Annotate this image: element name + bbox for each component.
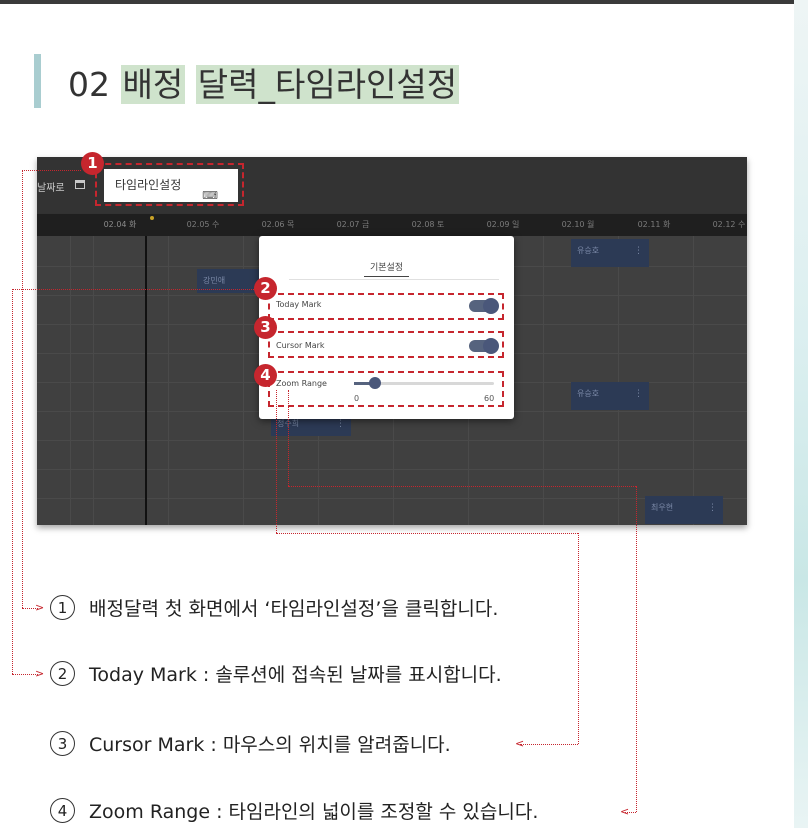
calendar-icon[interactable] — [75, 180, 85, 189]
circled-number-4: 4 — [50, 798, 75, 823]
step-badge-1: 1 — [81, 152, 104, 175]
connector-3-down — [276, 390, 277, 533]
description-text: Today Mark : 솔루션에 접속된 날짜를 표시합니다. — [89, 664, 502, 686]
connector-3-end — [520, 744, 578, 745]
description-text: 배정달력 첫 화면에서 ‘타임라인설정’을 클릭합니다. — [89, 598, 499, 620]
event-block[interactable]: 유승호 ⋮ — [571, 382, 649, 410]
highlight-box-3 — [268, 331, 504, 358]
dialog-title[interactable]: 기본설정 — [259, 260, 514, 273]
title-word-2: 달력_타임라인설정 — [195, 65, 460, 104]
connector-2-top — [12, 289, 254, 290]
arrow-icon: < — [515, 737, 525, 750]
timeline-settings-dialog: 기본설정 Today Mark Cursor Mark Zoom Range 0… — [259, 236, 514, 419]
circled-number-3: 3 — [50, 731, 75, 756]
date-cell: 02.10 월 — [561, 220, 595, 229]
connector-1-top — [22, 170, 81, 171]
circled-number-2: 2 — [50, 661, 75, 686]
highlight-box-2 — [268, 293, 504, 320]
description-1: 1 배정달력 첫 화면에서 ‘타임라인설정’을 클릭합니다. — [50, 594, 498, 621]
connector-4-v2 — [636, 486, 637, 812]
connector-4-right — [288, 486, 636, 487]
title-accent-bar — [34, 54, 41, 108]
step-badge-3: 3 — [254, 316, 277, 339]
date-cell: 02.05 수 — [186, 220, 220, 229]
date-cell: 02.08 토 — [411, 220, 445, 229]
date-cell: 02.06 목 — [261, 220, 295, 229]
event-block[interactable]: 유승호 ⋮ — [571, 239, 649, 267]
dialog-tab-underline — [364, 276, 409, 277]
connector-1-left — [22, 170, 23, 608]
date-cell: 02.12 수 — [712, 220, 746, 229]
date-cell: 02.07 금 — [336, 220, 370, 229]
dialog-separator — [289, 279, 499, 280]
page-title: 02 배정 달력_타임라인설정 — [68, 58, 460, 106]
top-border — [0, 0, 808, 4]
calendar-screenshot: 날짜로 타임라인설정 ⌨ 02.04 화 02.05 수 02.06 목 02.… — [37, 157, 747, 525]
today-dot — [150, 216, 154, 220]
date-cell: 02.11 화 — [637, 220, 671, 229]
date-cell: 02.04 화 — [103, 220, 137, 229]
connector-3-v2 — [578, 533, 579, 744]
step-badge-2: 2 — [254, 277, 277, 300]
date-cell: 02.09 일 — [486, 220, 520, 229]
date-picker-label[interactable]: 날짜로 — [37, 179, 65, 194]
calendar-toolbar: 날짜로 타임라인설정 ⌨ — [37, 157, 747, 213]
description-text: Zoom Range : 타임라인의 넓이를 조정할 수 있습니다. — [89, 801, 539, 823]
date-header: 02.04 화 02.05 수 02.06 목 02.07 금 02.08 토 … — [37, 214, 747, 236]
description-2: 2 Today Mark : 솔루션에 접속된 날짜를 표시합니다. — [50, 660, 502, 687]
highlight-box-1 — [95, 163, 244, 206]
title-number: 02 — [68, 65, 110, 104]
step-badge-4: 4 — [254, 364, 277, 387]
arrow-icon: > — [35, 667, 45, 680]
connector-3-right — [276, 533, 578, 534]
connector-4-down — [288, 390, 289, 486]
event-block[interactable]: 최우현 ⋮ — [645, 496, 723, 524]
event-label: 강민애 — [203, 276, 226, 285]
event-label: 최우현 — [651, 503, 674, 512]
highlight-box-4 — [268, 371, 504, 407]
title-word-1: 배정 — [120, 65, 186, 104]
right-decoration — [794, 0, 808, 828]
description-text: Cursor Mark : 마우스의 위치를 알려줍니다. — [89, 734, 451, 756]
connector-2-left — [12, 289, 13, 674]
arrow-icon: > — [35, 601, 45, 614]
current-time-line — [145, 236, 147, 525]
description-4: 4 Zoom Range : 타임라인의 넓이를 조정할 수 있습니다. — [50, 797, 538, 824]
event-label: 유승호 — [577, 246, 600, 255]
arrow-icon: < — [620, 805, 630, 818]
event-label: 유승호 — [577, 389, 600, 398]
circled-number-1: 1 — [50, 595, 75, 620]
description-3: 3 Cursor Mark : 마우스의 위치를 알려줍니다. — [50, 730, 451, 757]
